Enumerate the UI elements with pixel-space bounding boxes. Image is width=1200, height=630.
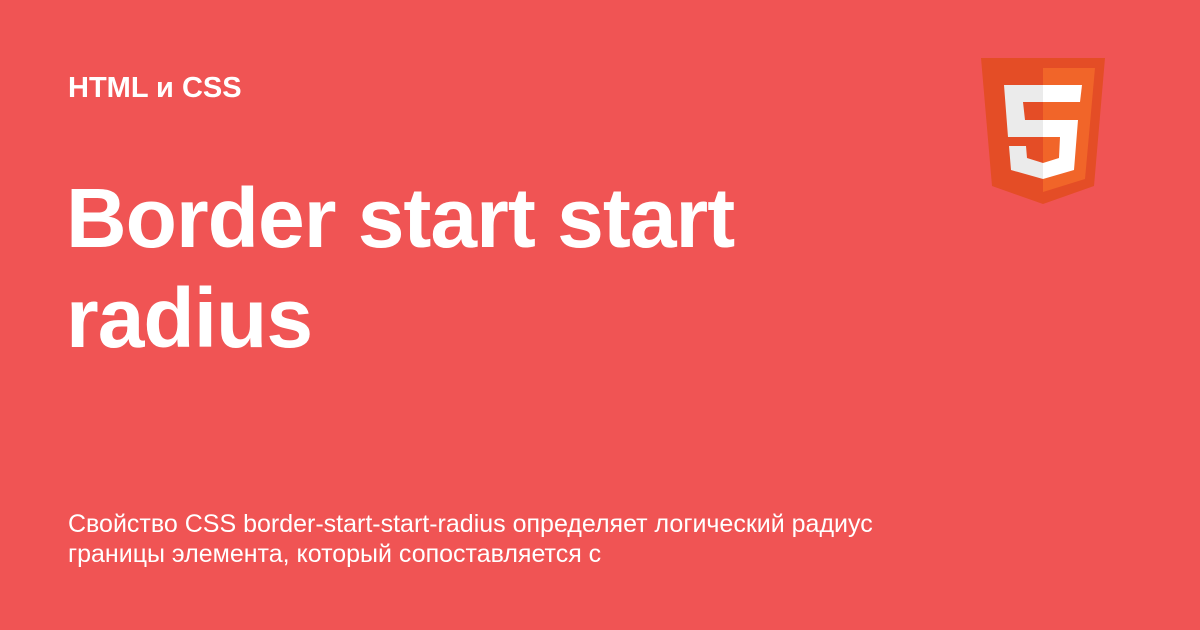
social-card: HTML и CSS Border start start radius Сво…	[0, 0, 1200, 630]
html5-icon	[981, 58, 1105, 204]
html5-glyph-right-top	[1043, 85, 1082, 102]
description-text: Свойство CSS border-start-start-radius о…	[68, 510, 873, 568]
category-label: HTML и CSS	[68, 72, 242, 104]
page-title: Border start start radius	[66, 171, 735, 365]
